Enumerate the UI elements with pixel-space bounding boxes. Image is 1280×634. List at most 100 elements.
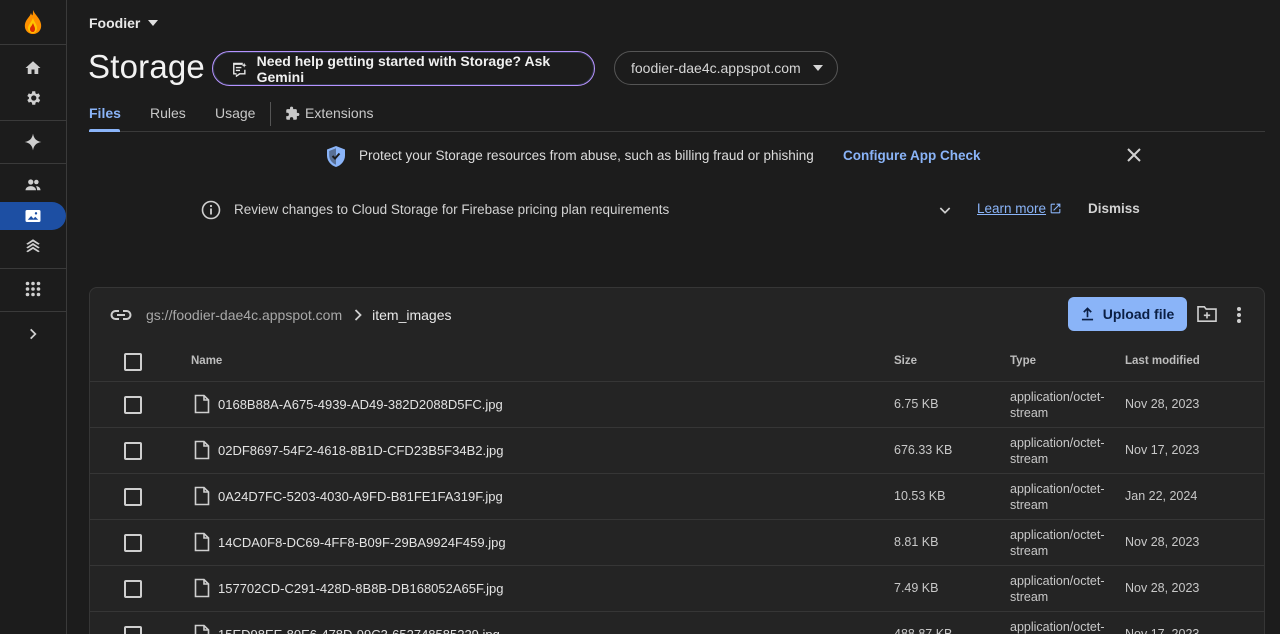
column-size[interactable]: Size: [894, 355, 917, 367]
file-last-modified: Nov 17, 2023: [1125, 443, 1200, 457]
link-icon[interactable]: [110, 309, 132, 321]
file-icon: [194, 532, 210, 557]
file-name[interactable]: 02DF8697-54F2-4618-8B1D-CFD23B5F34B2.jpg: [218, 443, 503, 458]
rail-divider: [0, 44, 66, 45]
file-name[interactable]: 0168B88A-A675-4939-AD49-382D2088D5FC.jpg: [218, 397, 503, 412]
tab-files[interactable]: Files: [89, 105, 121, 121]
new-folder-icon[interactable]: [1196, 305, 1218, 328]
upload-icon: [1081, 307, 1093, 321]
tab-rules[interactable]: Rules: [150, 105, 186, 121]
tab-usage[interactable]: Usage: [215, 105, 255, 121]
table-row[interactable]: 157702CD-C291-428D-8B8B-DB168052A65F.jpg…: [90, 566, 1264, 612]
row-checkbox[interactable]: [124, 626, 142, 634]
tab-extensions[interactable]: Extensions: [285, 105, 373, 121]
ask-gemini-label: Need help getting started with Storage? …: [256, 52, 551, 85]
column-type[interactable]: Type: [1010, 355, 1036, 367]
expand-nav-chevron-icon[interactable]: [0, 324, 66, 344]
pricing-message: Review changes to Cloud Storage for Fire…: [234, 202, 670, 217]
file-type: application/octet-stream: [1010, 436, 1105, 466]
upload-file-label: Upload file: [1102, 306, 1175, 322]
file-name[interactable]: 157702CD-C291-428D-8B8B-DB168052A65F.jpg: [218, 581, 503, 596]
dismiss-button[interactable]: Dismiss: [1088, 201, 1140, 216]
rail-divider: [0, 268, 66, 269]
page-title: Storage: [88, 48, 205, 85]
row-checkbox[interactable]: [124, 396, 142, 414]
table-row[interactable]: 15ED98EE-80E6-478D-99C3-652748585229.jpg…: [90, 612, 1264, 634]
app-check-banner: Protect your Storage resources from abus…: [0, 144, 1280, 168]
tab-extensions-label: Extensions: [305, 105, 374, 121]
file-type: application/octet-stream: [1010, 482, 1105, 512]
configure-app-check-link[interactable]: Configure App Check: [843, 148, 981, 163]
file-name[interactable]: 14CDA0F8-DC69-4FF8-B09F-29BA9924F459.jpg: [218, 535, 506, 550]
rail-divider: [0, 311, 66, 312]
file-icon: [194, 624, 210, 634]
file-icon: [194, 440, 210, 465]
file-type: application/octet-stream: [1010, 390, 1105, 420]
bucket-path[interactable]: gs://foodier-dae4c.appspot.com: [146, 307, 342, 323]
table-header: Name Size Type Last modified: [90, 344, 1264, 382]
file-size: 10.53 KB: [894, 489, 946, 503]
chevron-down-icon[interactable]: [937, 202, 953, 223]
all-products-grid-icon[interactable]: [0, 279, 66, 299]
select-all-checkbox[interactable]: [124, 353, 142, 371]
external-link-icon: [1050, 203, 1061, 214]
row-checkbox[interactable]: [124, 580, 142, 598]
file-size: 676.33 KB: [894, 443, 953, 457]
row-checkbox[interactable]: [124, 534, 142, 552]
gemini-prompt-icon: [233, 62, 247, 77]
file-type: application/octet-stream: [1010, 620, 1105, 634]
file-icon: [194, 486, 210, 511]
file-last-modified: Nov 28, 2023: [1125, 397, 1200, 411]
shield-icon: [327, 146, 345, 172]
info-icon: [201, 200, 221, 225]
file-last-modified: Nov 28, 2023: [1125, 581, 1200, 595]
firebase-logo[interactable]: [0, 8, 66, 36]
bucket-selector[interactable]: foodier-dae4c.appspot.com: [614, 51, 838, 85]
chevron-right-icon: [354, 309, 362, 321]
file-browser: gs://foodier-dae4c.appspot.com item_imag…: [89, 287, 1265, 634]
app-check-message: Protect your Storage resources from abus…: [359, 148, 814, 163]
learn-more-link[interactable]: Learn more: [977, 201, 1062, 216]
file-last-modified: Jan 22, 2024: [1125, 489, 1198, 503]
realtime-database-icon[interactable]: [0, 236, 66, 256]
close-icon[interactable]: [1125, 146, 1143, 169]
rail-divider: [0, 120, 66, 121]
project-selector[interactable]: Foodier: [89, 15, 159, 31]
file-type: application/octet-stream: [1010, 528, 1105, 558]
file-name[interactable]: 15ED98EE-80E6-478D-99C3-652748585229.jpg: [218, 627, 500, 634]
project-name: Foodier: [89, 15, 141, 31]
tab-divider: [270, 102, 271, 126]
active-tab-indicator: [89, 129, 120, 132]
file-last-modified: Nov 28, 2023: [1125, 535, 1200, 549]
table-row[interactable]: 0A24D7FC-5203-4030-A9FD-B81FE1FA319F.jpg…: [90, 474, 1264, 520]
settings-gear-icon[interactable]: [0, 88, 66, 108]
current-folder: item_images: [372, 307, 452, 323]
authentication-users-icon[interactable]: [0, 175, 66, 195]
table-row[interactable]: 0168B88A-A675-4939-AD49-382D2088D5FC.jpg…: [90, 382, 1264, 428]
storage-tabs: Files Rules Usage Extensions: [89, 98, 1265, 132]
file-size: 8.81 KB: [894, 535, 939, 549]
column-name[interactable]: Name: [191, 355, 222, 367]
file-size: 7.49 KB: [894, 581, 939, 595]
file-name[interactable]: 0A24D7FC-5203-4030-A9FD-B81FE1FA319F.jpg: [218, 489, 503, 504]
row-checkbox[interactable]: [124, 442, 142, 460]
upload-file-button[interactable]: Upload file: [1068, 297, 1187, 331]
table-row[interactable]: 02DF8697-54F2-4618-8B1D-CFD23B5F34B2.jpg…: [90, 428, 1264, 474]
table-row[interactable]: 14CDA0F8-DC69-4FF8-B09F-29BA9924F459.jpg…: [90, 520, 1264, 566]
ask-gemini-button[interactable]: Need help getting started with Storage? …: [212, 51, 595, 86]
column-last-modified[interactable]: Last modified: [1125, 355, 1200, 367]
more-options-icon[interactable]: [1236, 306, 1242, 329]
dropdown-caret-icon: [812, 65, 823, 71]
bucket-selector-label: foodier-dae4c.appspot.com: [631, 60, 801, 76]
dropdown-caret-icon: [148, 20, 159, 26]
home-icon[interactable]: [0, 58, 66, 78]
row-checkbox[interactable]: [124, 488, 142, 506]
file-last-modified: Nov 17, 2023: [1125, 627, 1200, 634]
left-nav-rail: [0, 0, 67, 634]
file-icon: [194, 394, 210, 419]
breadcrumb: gs://foodier-dae4c.appspot.com item_imag…: [110, 305, 452, 325]
file-type: application/octet-stream: [1010, 574, 1105, 604]
file-size: 6.75 KB: [894, 397, 939, 411]
file-icon: [194, 578, 210, 603]
learn-more-label: Learn more: [977, 201, 1047, 216]
